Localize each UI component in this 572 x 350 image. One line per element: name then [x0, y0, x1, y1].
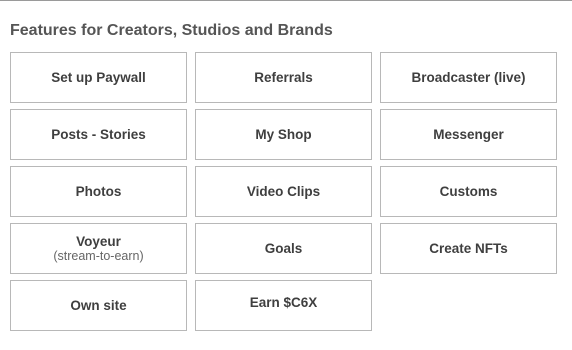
feature-referrals-button[interactable]: Referrals	[195, 52, 372, 103]
feature-label: My Shop	[255, 127, 312, 142]
feature-video-clips-button[interactable]: Video Clips	[195, 166, 372, 217]
feature-label: Goals	[264, 241, 303, 256]
feature-broadcaster-live-button[interactable]: Broadcaster (live)	[380, 52, 557, 103]
feature-label: Video Clips	[246, 184, 321, 199]
features-panel: Features for Creators, Studios and Brand…	[0, 0, 572, 350]
feature-label: Posts - Stories	[51, 127, 146, 142]
features-grid: Set up Paywall Referrals Broadcaster (li…	[10, 52, 557, 331]
feature-messenger-button[interactable]: Messenger	[380, 109, 557, 160]
feature-earn-c6x-button[interactable]: Earn $C6X	[195, 280, 372, 331]
feature-create-nfts-button[interactable]: Create NFTs	[380, 223, 557, 274]
feature-set-up-paywall-button[interactable]: Set up Paywall	[10, 52, 187, 103]
feature-label: Create NFTs	[429, 241, 508, 256]
feature-label: Photos	[75, 184, 122, 199]
feature-label: Referrals	[254, 70, 313, 85]
feature-label: Voyeur	[76, 234, 121, 249]
feature-label: Set up Paywall	[51, 70, 146, 85]
feature-customs-button[interactable]: Customs	[380, 166, 557, 217]
feature-goals-button[interactable]: Goals	[195, 223, 372, 274]
feature-own-site-button[interactable]: Own site	[10, 280, 187, 331]
feature-posts-stories-button[interactable]: Posts - Stories	[10, 109, 187, 160]
section-heading: Features for Creators, Studios and Brand…	[10, 22, 333, 39]
feature-voyeur-button[interactable]: Voyeur (stream-to-earn)	[10, 223, 187, 274]
feature-label: Own site	[70, 298, 127, 313]
feature-photos-button[interactable]: Photos	[10, 166, 187, 217]
feature-my-shop-button[interactable]: My Shop	[195, 109, 372, 160]
feature-label: Earn $C6X	[249, 295, 318, 310]
feature-sublabel: (stream-to-earn)	[53, 249, 144, 263]
feature-label: Broadcaster (live)	[411, 70, 526, 85]
feature-label: Customs	[439, 184, 498, 199]
feature-label: Messenger	[433, 127, 504, 142]
